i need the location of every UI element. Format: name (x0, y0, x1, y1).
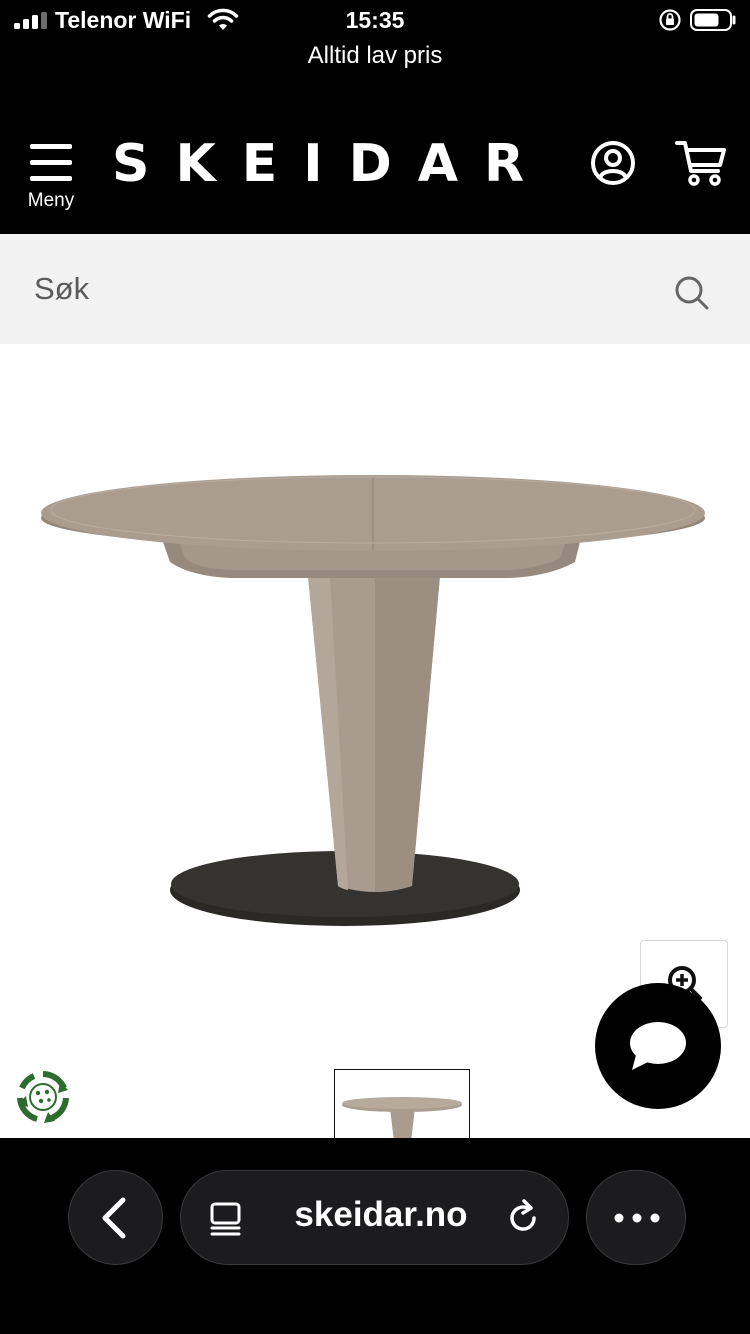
recycle-icon[interactable] (14, 1068, 72, 1126)
search-input[interactable] (0, 234, 750, 344)
chevron-left-icon (102, 1197, 126, 1239)
product-image[interactable] (30, 466, 720, 936)
promo-banner[interactable]: Alltid lav pris (0, 42, 750, 70)
account-icon[interactable] (589, 139, 637, 187)
chat-bubble-icon (630, 1022, 686, 1070)
reader-mode-icon[interactable] (209, 1201, 245, 1237)
rotation-lock-icon (659, 9, 681, 31)
hamburger-icon (30, 144, 72, 182)
chat-button[interactable] (595, 983, 721, 1109)
reload-icon[interactable] (503, 1198, 543, 1238)
menu-button[interactable]: Meny (22, 138, 82, 218)
skeidar-logo[interactable]: SKEIDAR (112, 132, 542, 196)
battery-icon (690, 9, 736, 31)
search-bar (0, 234, 750, 344)
product-thumbnail[interactable] (334, 1069, 470, 1149)
clock: 15:35 (345, 7, 405, 33)
search-icon[interactable] (672, 273, 712, 313)
url-text: skeidar.no (294, 1195, 468, 1234)
status-bar: Telenor WiFi 15:35 (0, 0, 750, 40)
more-icon (614, 1213, 660, 1223)
back-button[interactable] (68, 1170, 163, 1265)
cart-icon[interactable] (674, 138, 728, 188)
menu-label: Meny (27, 190, 75, 211)
more-button[interactable] (586, 1170, 686, 1265)
address-bar[interactable]: skeidar.no (180, 1170, 569, 1265)
site-header: Telenor WiFi 15:35 Alltid lav pris Meny … (0, 0, 750, 234)
